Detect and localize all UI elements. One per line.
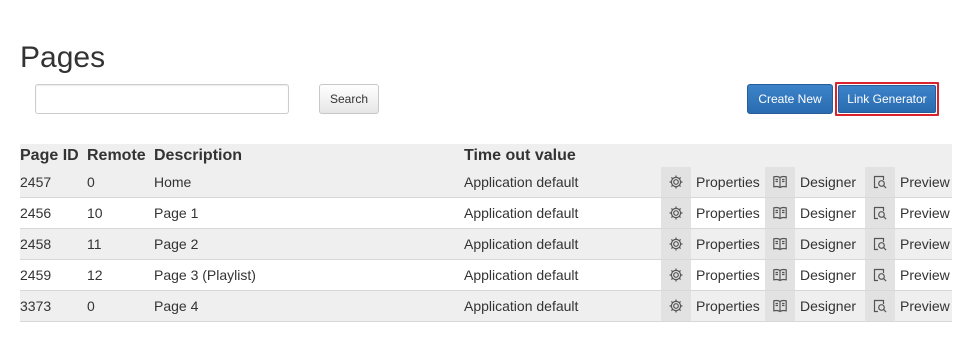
designer-action[interactable]: Designer xyxy=(765,291,856,321)
link-generator-button-highlight[interactable]: Link Generator xyxy=(835,82,939,116)
cell-description: Page 4 xyxy=(154,298,199,314)
preview-label[interactable]: Preview xyxy=(895,229,950,259)
preview-magnifier-icon[interactable] xyxy=(865,291,895,321)
cell-remote: 11 xyxy=(87,236,102,252)
book-icon[interactable] xyxy=(765,291,795,321)
properties-action[interactable]: Properties xyxy=(661,198,760,228)
table-row: 2457 0 Home Application default Properti… xyxy=(20,167,952,198)
column-header-timeout: Time out value xyxy=(464,147,576,164)
cell-timeout: Application default xyxy=(464,205,579,221)
designer-label[interactable]: Designer xyxy=(795,291,856,321)
gear-icon[interactable] xyxy=(661,198,691,228)
pages-table: Page ID Remote Description Time out valu… xyxy=(20,144,952,322)
designer-action[interactable]: Designer xyxy=(765,198,856,228)
designer-label[interactable]: Designer xyxy=(795,229,856,259)
preview-label[interactable]: Preview xyxy=(895,198,950,228)
properties-label[interactable]: Properties xyxy=(691,198,760,228)
table-header: Page ID Remote Description Time out valu… xyxy=(20,144,952,167)
designer-label[interactable]: Designer xyxy=(795,198,856,228)
preview-magnifier-icon[interactable] xyxy=(865,229,895,259)
properties-action[interactable]: Properties xyxy=(661,260,760,290)
cell-page-id: 2459 xyxy=(20,267,52,283)
preview-action[interactable]: Preview xyxy=(865,167,950,197)
column-header-page-id: Page ID xyxy=(20,147,79,164)
table-row: 2456 10 Page 1 Application default Prope… xyxy=(20,198,952,229)
cell-description: Page 2 xyxy=(154,236,199,252)
table-row: 3373 0 Page 4 Application default Proper… xyxy=(20,291,952,322)
gear-icon[interactable] xyxy=(661,260,691,290)
cell-remote: 12 xyxy=(87,267,103,283)
gear-icon[interactable] xyxy=(661,167,691,197)
column-header-description: Description xyxy=(154,147,243,164)
column-header-remote: Remote xyxy=(87,147,146,164)
cell-description: Page 1 xyxy=(154,205,199,221)
cell-timeout: Application default xyxy=(464,298,579,314)
preview-action[interactable]: Preview xyxy=(865,198,950,228)
properties-action[interactable]: Properties xyxy=(661,167,760,197)
preview-action[interactable]: Preview xyxy=(865,260,950,290)
properties-label[interactable]: Properties xyxy=(691,260,760,290)
preview-label[interactable]: Preview xyxy=(895,260,950,290)
cell-description: Page 3 (Playlist) xyxy=(154,267,256,283)
cell-timeout: Application default xyxy=(464,174,579,190)
table-row: 2459 12 Page 3 (Playlist) Application de… xyxy=(20,260,952,291)
gear-icon[interactable] xyxy=(661,291,691,321)
properties-label[interactable]: Properties xyxy=(691,229,760,259)
link-generator-button[interactable]: Link Generator xyxy=(838,85,936,113)
properties-label[interactable]: Properties xyxy=(691,291,760,321)
designer-label[interactable]: Designer xyxy=(795,167,856,197)
properties-action[interactable]: Properties xyxy=(661,229,760,259)
preview-label[interactable]: Preview xyxy=(895,167,950,197)
book-icon[interactable] xyxy=(765,260,795,290)
table-body: 2457 0 Home Application default Properti… xyxy=(20,167,952,322)
preview-magnifier-icon[interactable] xyxy=(865,260,895,290)
gear-icon[interactable] xyxy=(661,229,691,259)
cell-page-id: 2456 xyxy=(20,205,52,221)
designer-action[interactable]: Designer xyxy=(765,260,856,290)
designer-label[interactable]: Designer xyxy=(795,260,856,290)
cell-page-id: 2458 xyxy=(20,236,52,252)
designer-action[interactable]: Designer xyxy=(765,167,856,197)
designer-action[interactable]: Designer xyxy=(765,229,856,259)
preview-magnifier-icon[interactable] xyxy=(865,198,895,228)
cell-timeout: Application default xyxy=(464,267,579,283)
cell-remote: 0 xyxy=(87,298,95,314)
search-button[interactable]: Search xyxy=(319,84,379,114)
cell-page-id: 3373 xyxy=(20,298,52,314)
book-icon[interactable] xyxy=(765,229,795,259)
cell-remote: 10 xyxy=(87,205,103,221)
preview-action[interactable]: Preview xyxy=(865,291,950,321)
create-new-button[interactable]: Create New xyxy=(747,84,833,114)
preview-action[interactable]: Preview xyxy=(865,229,950,259)
book-icon[interactable] xyxy=(765,167,795,197)
cell-description: Home xyxy=(154,174,192,190)
preview-magnifier-icon[interactable] xyxy=(865,167,895,197)
search-input[interactable] xyxy=(35,84,289,114)
cell-timeout: Application default xyxy=(464,236,579,252)
page-title: Pages xyxy=(20,41,106,74)
cell-remote: 0 xyxy=(87,174,95,190)
properties-label[interactable]: Properties xyxy=(691,167,760,197)
preview-label[interactable]: Preview xyxy=(895,291,950,321)
cell-page-id: 2457 xyxy=(20,174,52,190)
properties-action[interactable]: Properties xyxy=(661,291,760,321)
book-icon[interactable] xyxy=(765,198,795,228)
table-row: 2458 11 Page 2 Application default Prope… xyxy=(20,229,952,260)
